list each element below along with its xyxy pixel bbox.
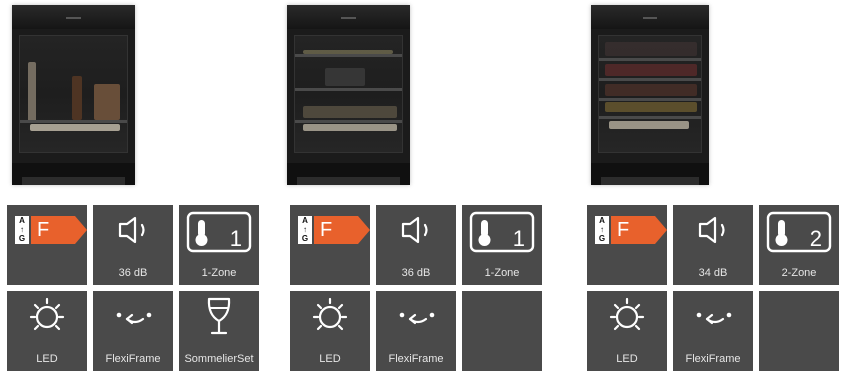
energy-class-label: F: [320, 219, 333, 241]
noise-level-tile: 36 dB: [376, 205, 456, 285]
bottle: [303, 50, 393, 54]
bottle: [605, 102, 697, 112]
shelf: [295, 54, 402, 57]
flexiframe-label: FlexiFrame: [105, 353, 161, 365]
zone-label: 1-Zone: [201, 267, 237, 279]
zone-count: 2: [809, 226, 822, 251]
led-lighting-tile: LED: [587, 291, 667, 371]
energy-scale-arrow: ↑: [600, 225, 604, 234]
bottle: [605, 84, 697, 96]
bottle: [609, 121, 689, 129]
shelf: [295, 88, 402, 91]
bottle: [605, 42, 697, 56]
fridge-glass-door: [19, 35, 128, 153]
led-label: LED: [36, 353, 58, 365]
led-label: LED: [319, 353, 341, 365]
energy-class-badge: F: [611, 216, 667, 244]
noise-level-label: 36 dB: [401, 267, 431, 279]
energy-class-label: F: [37, 219, 50, 241]
energy-scale: A ↑ G: [595, 216, 609, 244]
energy-scale-bottom: G: [18, 234, 26, 243]
shelf: [599, 116, 701, 119]
fridge-handle: [341, 17, 356, 19]
temperature-zone-tile: 2 2-Zone: [759, 205, 839, 285]
energy-class-badge: F: [31, 216, 87, 244]
zone-label: 1-Zone: [484, 267, 520, 279]
shelf: [20, 120, 127, 123]
led-lighting-tile: LED: [290, 291, 370, 371]
empty-tile: [462, 291, 542, 371]
wine-cooler-image-1[interactable]: [12, 5, 135, 185]
fridge-glass-door: [294, 35, 403, 153]
energy-scale-arrow: ↑: [303, 225, 307, 234]
bottle: [94, 84, 120, 120]
sommelier-label: SommelierSet: [184, 353, 254, 365]
noise-level-label: 36 dB: [118, 267, 148, 279]
shelf: [599, 58, 701, 61]
wine-cooler-image-2[interactable]: [287, 5, 410, 185]
fridge-glass-door: [598, 35, 702, 153]
fridge-kickplate: [601, 177, 699, 185]
fridge-kickplate: [22, 177, 125, 185]
temperature-zone-tile: 1 1-Zone: [462, 205, 542, 285]
fridge-handle: [642, 17, 658, 19]
energy-class-label: F: [617, 219, 630, 241]
led-lighting-tile: LED: [7, 291, 87, 371]
zone-count: 1: [512, 226, 525, 251]
bottle: [303, 124, 397, 131]
energy-scale: A ↑ G: [298, 216, 312, 244]
flexiframe-label: FlexiFrame: [388, 353, 444, 365]
flexiframe-tile: FlexiFrame: [673, 291, 753, 371]
noise-level-tile: 36 dB: [93, 205, 173, 285]
flexiframe-tile: FlexiFrame: [376, 291, 456, 371]
bottle: [28, 62, 36, 122]
energy-scale-bottom: G: [598, 234, 606, 243]
fridge-kickplate: [297, 177, 400, 185]
bottle: [303, 106, 397, 118]
energy-scale-arrow: ↑: [20, 225, 24, 234]
bottle: [605, 64, 697, 76]
wine-cooler-image-3[interactable]: [591, 5, 709, 185]
flexiframe-tile: FlexiFrame: [93, 291, 173, 371]
led-label: LED: [616, 353, 638, 365]
bottle: [72, 76, 82, 120]
temperature-zone-tile: 1 1-Zone: [179, 205, 259, 285]
energy-scale-top: A: [599, 216, 605, 225]
bottle: [30, 124, 120, 131]
shelf: [295, 120, 402, 123]
shelf: [599, 98, 701, 101]
bottle: [325, 68, 365, 86]
energy-scale-top: A: [19, 216, 25, 225]
energy-class-tile: A ↑ G F: [587, 205, 667, 285]
energy-scale: A ↑ G: [15, 216, 29, 244]
energy-scale-top: A: [302, 216, 308, 225]
noise-level-tile: 34 dB: [673, 205, 753, 285]
energy-class-tile: A ↑ G F: [290, 205, 370, 285]
noise-level-label: 34 dB: [698, 267, 728, 279]
energy-class-badge: F: [314, 216, 370, 244]
energy-scale-bottom: G: [301, 234, 309, 243]
zone-label: 2-Zone: [781, 267, 817, 279]
empty-tile: [759, 291, 839, 371]
sommelier-set-tile: SommelierSet: [179, 291, 259, 371]
zone-count: 1: [229, 226, 242, 251]
fridge-handle: [66, 17, 81, 19]
shelf: [599, 78, 701, 81]
energy-class-tile: A ↑ G F: [7, 205, 87, 285]
flexiframe-label: FlexiFrame: [685, 353, 741, 365]
